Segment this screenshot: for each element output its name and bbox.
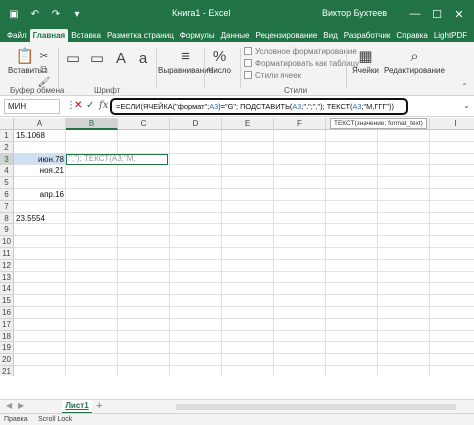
tab-review[interactable]: Рецензирование [253, 29, 321, 42]
row-header-12[interactable]: 12 [0, 259, 14, 272]
maximize-icon[interactable]: ☐ [426, 0, 448, 28]
column-header-b[interactable]: B [66, 118, 118, 130]
tab-home[interactable]: Главная [29, 29, 69, 42]
row-header-6[interactable]: 6 [0, 189, 14, 201]
sheet-tab-1[interactable]: Лист1 [62, 400, 92, 414]
title-bar: ▣ ↶ ↷ ▾ Книга1 - Excel Виктор Бухтеев — … [0, 0, 474, 28]
row-header-20[interactable]: 20 [0, 354, 14, 366]
format-as-table-button[interactable]: Форматировать как таблицу [244, 57, 359, 69]
search-icon: ⌕ [410, 47, 419, 65]
ribbon-tabs: Файл Главная Вставка Разметка страниц Фо… [0, 28, 474, 42]
more-icon[interactable]: ▾ [71, 8, 83, 20]
column-header-f[interactable]: F [274, 118, 326, 130]
cell-b3-editor[interactable]: ","); ТЕКСТ(A3;"М, [66, 153, 168, 166]
row-header-19[interactable]: 19 [0, 342, 14, 355]
expand-formula-bar-icon[interactable]: ⌄ [463, 101, 470, 110]
formula-bar: МИН ⋮ ✕ ✓ fx =ЕСЛИ(ЯЧЕЙКА("формат";A3)="… [0, 97, 474, 117]
name-box[interactable]: МИН [4, 99, 60, 114]
font-shrink-icon[interactable]: a [132, 48, 154, 68]
column-header-a[interactable]: A [14, 118, 66, 130]
add-sheet-icon[interactable]: + [96, 400, 102, 412]
tab-developer[interactable]: Разработчик [341, 29, 394, 42]
tab-view[interactable]: Вид [320, 29, 340, 42]
clipboard-icon: 📋 [15, 48, 35, 65]
column-header-i[interactable]: I [430, 118, 474, 130]
row-header-10[interactable]: 10 [0, 236, 14, 248]
row-header-1[interactable]: 1 [0, 130, 14, 142]
row-header-8[interactable]: 8 [0, 212, 14, 225]
sheet-bar: ◀ ▶ Лист1 + [0, 399, 474, 414]
collapse-ribbon-icon[interactable]: ⌃ [461, 82, 468, 91]
insert-function-icon[interactable]: fx [99, 100, 108, 111]
clipboard-group-label: Буфер обмена [10, 86, 65, 95]
row-header-4[interactable]: 4 [0, 165, 14, 178]
row-header-17[interactable]: 17 [0, 318, 14, 331]
row-header-7[interactable]: 7 [0, 200, 14, 213]
status-scroll-lock: Scroll Lock [38, 416, 73, 423]
font-grow-icon[interactable]: A [110, 48, 132, 68]
percent-icon: % [212, 47, 227, 65]
row-header-18[interactable]: 18 [0, 330, 14, 343]
status-bar: Правка Scroll Lock [0, 413, 474, 425]
font-group-label: Шрифт [94, 86, 121, 95]
close-icon[interactable]: ✕ [448, 0, 470, 28]
cells-icon: ▦ [358, 48, 373, 65]
column-header-c[interactable]: C [118, 118, 170, 130]
tab-file[interactable]: Файл [4, 29, 30, 42]
align-icon: ≡ [181, 47, 190, 65]
horizontal-scrollbar[interactable] [176, 404, 456, 410]
styles-group-label: Стили [284, 86, 308, 95]
select-all-corner[interactable] [0, 118, 14, 130]
cell-a3[interactable]: июн.78 [14, 155, 64, 164]
row-header-16[interactable]: 16 [0, 307, 14, 319]
conditional-format-button[interactable]: Условное форматирование [244, 45, 359, 57]
row-header-14[interactable]: 14 [0, 283, 14, 296]
row-header-13[interactable]: 13 [0, 271, 14, 284]
tab-data[interactable]: Данные [218, 29, 253, 42]
table-icon [244, 59, 252, 67]
save-icon[interactable]: ▣ [8, 8, 20, 20]
tab-lightpdf[interactable]: LightPDF [431, 29, 470, 42]
enter-icon[interactable]: ✓ [86, 100, 94, 111]
column-header-d[interactable]: D [170, 118, 222, 130]
ribbon: 📋 Вставить ✂ ⧉ 🖌 Буфер обмена ▭ ▭ A a Шр… [0, 42, 474, 96]
editing-button[interactable]: ⌕ Редактирование [384, 46, 445, 76]
paste-button[interactable]: 📋 Вставить [8, 46, 42, 75]
row-header-11[interactable]: 11 [0, 248, 14, 260]
prev-sheet-icon[interactable]: ◀ [6, 401, 12, 410]
formula-input[interactable]: =ЕСЛИ(ЯЧЕЙКА("формат";A3)="G"; ПОДСТАВИТ… [110, 98, 408, 115]
tab-page-layout[interactable]: Разметка страниц [104, 29, 177, 42]
cells-button[interactable]: ▦ Ячейки [352, 46, 379, 75]
tab-formulas[interactable]: Формулы [177, 29, 218, 42]
row-header-5[interactable]: 5 [0, 177, 14, 189]
tab-help[interactable]: Справка [393, 29, 430, 42]
row-header-15[interactable]: 15 [0, 295, 14, 307]
redo-icon[interactable]: ↷ [50, 8, 62, 20]
tab-insert[interactable]: Вставка [68, 29, 104, 42]
row-header-2[interactable]: 2 [0, 141, 14, 154]
font-size-box[interactable]: ▭ [86, 48, 108, 68]
status-mode: Правка [4, 416, 28, 423]
row-header-3[interactable]: 3 [0, 153, 14, 166]
number-format-button[interactable]: % Число [208, 46, 231, 76]
cell-styles-button[interactable]: Стили ячеек [244, 69, 359, 81]
font-name-box[interactable]: ▭ [62, 48, 84, 68]
cell-a8[interactable]: 23.5554 [16, 214, 45, 223]
conditional-format-icon [244, 47, 252, 55]
window-title: Книга1 - Excel [172, 8, 231, 18]
row-header-9[interactable]: 9 [0, 224, 14, 237]
cell-styles-icon [244, 71, 252, 79]
next-sheet-icon[interactable]: ▶ [18, 401, 24, 410]
cell-a4[interactable]: ноя.21 [14, 166, 64, 175]
column-header-e[interactable]: E [222, 118, 274, 130]
row-header-21[interactable]: 21 [0, 366, 14, 376]
cell-a1[interactable]: 15.1068 [16, 131, 45, 140]
undo-icon[interactable]: ↶ [29, 8, 41, 20]
user-name[interactable]: Виктор Бухтеев [322, 8, 387, 18]
spreadsheet-grid[interactable]: ABCDEFGHI1234567891011121314151617181920… [0, 118, 474, 376]
cell-a6[interactable]: апр.16 [14, 190, 64, 199]
minimize-icon[interactable]: — [404, 0, 426, 28]
function-tooltip: ТЕКСТ(значение; format_text) [330, 118, 427, 129]
cancel-icon[interactable]: ✕ [74, 100, 82, 111]
